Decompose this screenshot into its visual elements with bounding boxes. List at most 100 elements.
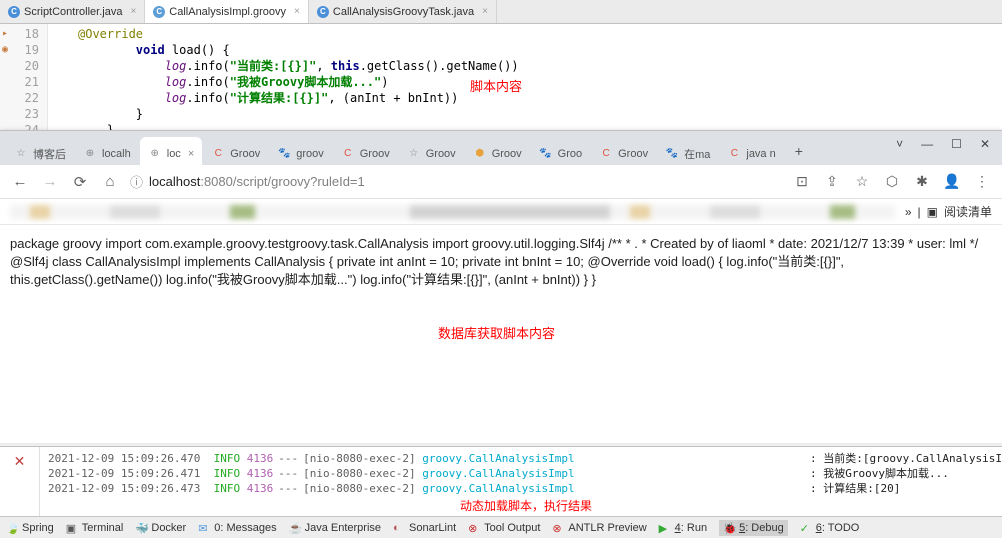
- tool-window-button[interactable]: ⊗Tool Output: [468, 522, 540, 534]
- favicon-icon: ⬢: [473, 147, 487, 161]
- tool-label: 6: TODO: [816, 522, 860, 534]
- browser-tab[interactable]: ⊕localh: [75, 137, 139, 165]
- tool-label: Java Enterprise: [305, 522, 381, 534]
- ide-tab[interactable]: CScriptController.java×: [0, 0, 145, 23]
- favicon-icon: 🐾: [665, 147, 679, 161]
- tab-label: localh: [102, 148, 131, 160]
- tool-label: Docker: [151, 522, 186, 534]
- close-window-icon[interactable]: ✕: [980, 137, 990, 151]
- response-body: package groovy import com.example.groovy…: [10, 235, 992, 290]
- browser-tab[interactable]: C Groov: [333, 137, 398, 165]
- favicon-icon: 🐾: [539, 147, 553, 161]
- favicon-icon: C: [727, 147, 741, 161]
- close-icon[interactable]: ×: [188, 148, 194, 160]
- reading-list-icon[interactable]: ▣: [927, 205, 938, 219]
- ext-icon[interactable]: ⬡: [882, 173, 902, 190]
- drop-icon[interactable]: ˅: [896, 137, 903, 151]
- favicon-icon: 🐾: [277, 147, 291, 161]
- tool-window-button[interactable]: 🐳Docker: [135, 522, 186, 534]
- browser-tab[interactable]: 🐾 groov: [269, 137, 332, 165]
- tool-icon: ☕: [289, 522, 301, 534]
- line-gutter: 18 19 20 21 22 23 24 ▸ ◉: [0, 24, 48, 130]
- tab-label: groov: [296, 148, 324, 160]
- tool-window-button[interactable]: ▣ Terminal: [66, 522, 124, 534]
- more-icon[interactable]: »: [905, 205, 912, 219]
- translate-icon[interactable]: ⊡: [792, 173, 812, 190]
- browser-tab[interactable]: Cjava n: [719, 137, 783, 165]
- bookmark-bar: »|▣阅读清单: [0, 199, 1002, 225]
- tool-window-button[interactable]: ⊗ANTLR Preview: [552, 522, 646, 534]
- tool-label: 4: Run: [675, 522, 707, 534]
- url-field[interactable]: ⓘ localhost:8080/script/groovy?ruleId=1: [130, 172, 782, 191]
- forward-icon[interactable]: →: [40, 173, 60, 190]
- reading-list-label[interactable]: 阅读清单: [944, 203, 992, 220]
- browser-tab[interactable]: CGroov: [591, 137, 656, 165]
- favicon-icon: ☆: [14, 147, 28, 161]
- favicon-icon: C: [599, 147, 613, 161]
- browser-tab[interactable]: ☆博客后: [6, 137, 74, 165]
- tool-window-bar: 🍃Spring ▣ Terminal 🐳Docker ✉0: Messages ☕ Java…: [0, 516, 1002, 538]
- close-icon[interactable]: ×: [482, 6, 488, 17]
- home-icon[interactable]: ⌂: [100, 173, 120, 190]
- tab-label: Groov: [360, 148, 390, 160]
- tab-label: java n: [746, 148, 775, 160]
- ide-tab[interactable]: CCallAnalysisGroovyTask.java×: [309, 0, 497, 23]
- info-icon[interactable]: ⓘ: [130, 172, 143, 191]
- favicon-icon: ⊕: [148, 147, 162, 161]
- tool-window-button[interactable]: ▶4: Run: [659, 522, 707, 534]
- log-row: 2021-12-09 15:09:26.470 INFO 4136---[nio…: [48, 451, 994, 466]
- tool-icon: 🍃: [6, 522, 18, 534]
- tool-label: Terminal: [82, 522, 124, 534]
- favicon-icon: C: [211, 147, 225, 161]
- tab-label: CallAnalysisGroovyTask.java: [333, 6, 474, 18]
- close-icon[interactable]: ×: [130, 6, 136, 17]
- back-icon[interactable]: ←: [10, 173, 30, 190]
- reload-icon[interactable]: ⟳: [70, 173, 90, 191]
- tool-window-button[interactable]: ◐SonarLint: [393, 522, 456, 534]
- tool-window-button[interactable]: 🍃Spring: [6, 522, 54, 534]
- star-icon[interactable]: ☆: [852, 173, 872, 190]
- annotation-label: 动态加载脚本，执行结果: [460, 499, 592, 514]
- window-controls: ˅ — ☐ ✕: [896, 137, 990, 151]
- share-icon[interactable]: ⇪: [822, 173, 842, 190]
- ide-tab-bar: CScriptController.java× CCallAnalysisImp…: [0, 0, 1002, 24]
- tool-icon: ⊗: [552, 522, 564, 534]
- address-bar: ← → ⟳ ⌂ ⓘ localhost:8080/script/groovy?r…: [0, 165, 1002, 199]
- tab-label: Groov: [426, 148, 456, 160]
- tool-window-button[interactable]: ☕ Java Enterprise: [289, 522, 381, 534]
- log-row: 2021-12-09 15:09:26.473 INFO 4136---[nio…: [48, 481, 994, 496]
- browser-tab[interactable]: 🐾在ma: [657, 137, 718, 165]
- minimize-icon[interactable]: —: [921, 137, 933, 151]
- annotation-label: 数据库获取脚本内容: [438, 325, 555, 343]
- tab-label: Groov: [230, 148, 260, 160]
- fold-icon[interactable]: ▸: [2, 26, 8, 42]
- menu-icon[interactable]: ⋮: [972, 173, 992, 190]
- console-log[interactable]: 2021-12-09 15:09:26.470 INFO 4136---[nio…: [40, 447, 1002, 516]
- maximize-icon[interactable]: ☐: [951, 137, 962, 151]
- tool-label: 0: Messages: [214, 522, 276, 534]
- tool-icon: ▣: [66, 522, 78, 534]
- browser-tab[interactable]: ⊕loc×: [140, 137, 203, 165]
- browser-tab[interactable]: C Groov: [203, 137, 268, 165]
- ide-tab[interactable]: CCallAnalysisImpl.groovy×: [145, 0, 309, 23]
- page-content: package groovy import com.example.groovy…: [0, 225, 1002, 443]
- browser-tab-bar: ☆博客后⊕localh⊕loc×CGroov🐾groovCGroov☆Groov…: [0, 131, 1002, 165]
- tool-icon: ⊗: [468, 522, 480, 534]
- profile-icon[interactable]: 👤: [942, 173, 962, 190]
- close-icon[interactable]: ✕: [14, 453, 26, 470]
- tool-window-button[interactable]: 🐞5: Debug: [719, 520, 788, 536]
- browser-tab[interactable]: 🐾Groo: [531, 137, 590, 165]
- tool-window-button[interactable]: ✉0: Messages: [198, 522, 276, 534]
- console-gutter: ✕: [0, 447, 40, 516]
- browser-tab[interactable]: ⬢Groov: [465, 137, 530, 165]
- code-editor[interactable]: 18 19 20 21 22 23 24 ▸ ◉ @Override void …: [0, 24, 1002, 130]
- tool-window-button[interactable]: ✓6: TODO: [800, 522, 860, 534]
- favicon-icon: C: [341, 147, 355, 161]
- browser-tab[interactable]: ☆Groov: [399, 137, 464, 165]
- code-body[interactable]: @Override void load() { log.info("当前类:[{…: [48, 24, 1002, 130]
- puzzle-icon[interactable]: ✱: [912, 173, 932, 190]
- new-tab-button[interactable]: +: [785, 137, 813, 165]
- tab-label: ScriptController.java: [24, 6, 122, 18]
- override-icon[interactable]: ◉: [2, 42, 8, 58]
- close-icon[interactable]: ×: [294, 6, 300, 17]
